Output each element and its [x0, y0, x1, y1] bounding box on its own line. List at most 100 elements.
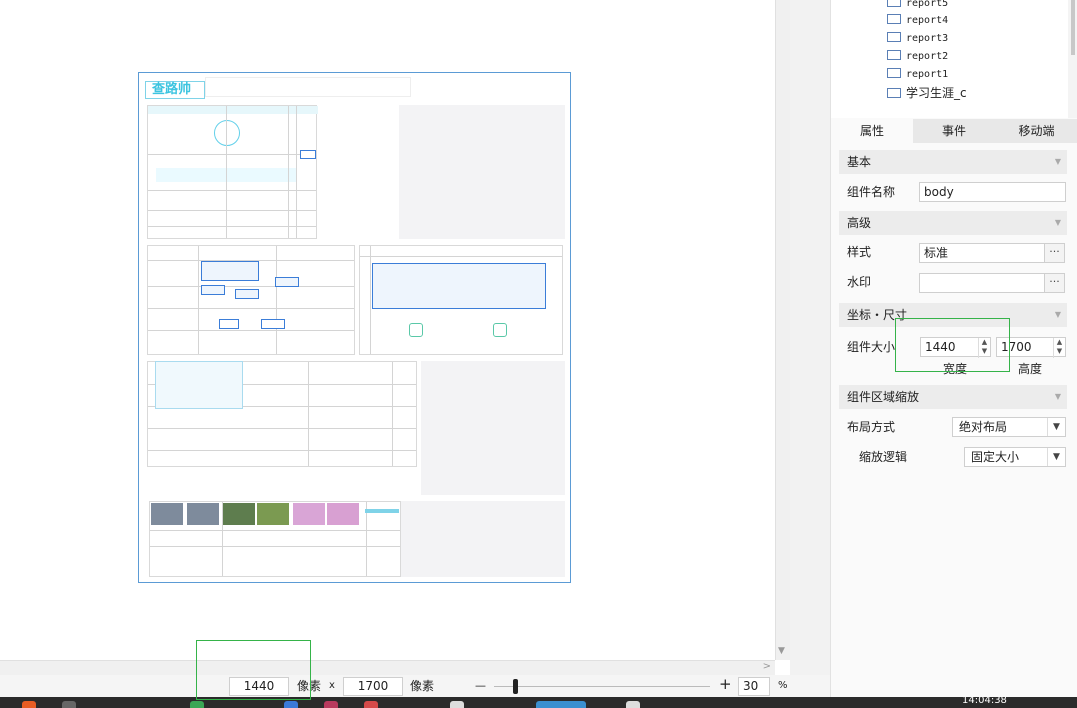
chevron-down-icon[interactable]: ▼	[1055, 303, 1061, 327]
vertical-scrollbar[interactable]: ▼	[775, 0, 790, 660]
theme-tile-3	[223, 503, 255, 525]
more-dots-icon[interactable]: ···	[1044, 243, 1065, 263]
theme-tile-7	[365, 509, 399, 513]
status-height-input[interactable]: 1700	[343, 677, 403, 696]
tree-scrollbar[interactable]	[1068, 0, 1077, 118]
spin-arrows-icon[interactable]: ▲ ▼	[978, 338, 990, 358]
report-page-preview[interactable]: 查路帅	[138, 72, 571, 583]
component-size-label: 组件大小	[847, 340, 896, 354]
checkbox-icon[interactable]	[887, 50, 901, 60]
section-coords[interactable]: 坐标・尺寸 ▼	[839, 303, 1067, 327]
flow-node-4	[275, 277, 299, 287]
placeholder-block-2	[421, 361, 565, 495]
app-icon[interactable]	[284, 701, 298, 708]
placeholder-block-1	[399, 105, 565, 239]
tab-mobile[interactable]: 移动端	[995, 119, 1077, 143]
scale-select[interactable]: 固定大小 ▼	[964, 447, 1066, 467]
flow-node-1	[201, 261, 259, 281]
zoom-input[interactable]: 30	[738, 677, 770, 696]
tree-item[interactable]: report4	[887, 13, 948, 29]
preview-title: 查路帅	[145, 81, 205, 99]
chart-panel	[372, 263, 546, 309]
component-name-input[interactable]: body	[919, 182, 1066, 202]
tab-properties[interactable]: 属性	[831, 119, 913, 143]
status-bar: 1440 像素 x 1700 像素 — + 30 %	[0, 675, 830, 697]
component-tree: report5 report4 report3 report2 report1 …	[831, 0, 1077, 118]
chevron-down-icon[interactable]: ▼	[1055, 211, 1061, 235]
app-icon[interactable]	[22, 701, 36, 708]
chevron-down-icon[interactable]: ▼	[778, 646, 785, 656]
tree-item[interactable]: report2	[887, 49, 948, 65]
bar-chart-thumbnail	[155, 361, 243, 409]
style-label: 样式	[847, 245, 872, 259]
section-grid-1	[147, 105, 318, 239]
zoom-in-button[interactable]: +	[719, 676, 732, 692]
component-name-label: 组件名称	[847, 185, 896, 199]
watermark-label: 水印	[847, 275, 872, 289]
more-dots-icon[interactable]: ···	[1044, 273, 1065, 293]
tree-item[interactable]: 学习生涯_c	[887, 85, 967, 101]
horizontal-scrollbar[interactable]: >	[0, 660, 775, 675]
chevron-down-icon[interactable]: ▼	[1047, 448, 1065, 466]
tree-item[interactable]: report5	[887, 0, 948, 12]
checkbox-icon[interactable]	[887, 68, 901, 78]
panel-splitter[interactable]	[790, 0, 830, 708]
tree-item[interactable]: report1	[887, 67, 948, 83]
style-input[interactable]: 标准	[919, 243, 1045, 263]
checkbox-icon[interactable]	[887, 88, 901, 98]
app-icon[interactable]	[190, 701, 204, 708]
checkbox-icon[interactable]	[887, 14, 901, 24]
status-unit-label: 像素	[297, 679, 322, 693]
app-icon[interactable]	[450, 701, 464, 708]
height-input[interactable]: 1700 ▲ ▼	[996, 337, 1066, 358]
watermark-input[interactable]	[919, 273, 1045, 293]
theme-tile-1	[151, 503, 183, 525]
width-caption: 宽度	[943, 362, 968, 376]
placeholder-block-3	[401, 501, 565, 577]
chevron-right-icon[interactable]: >	[763, 661, 771, 672]
theme-tile-2	[187, 503, 219, 525]
app-icon[interactable]	[324, 701, 338, 708]
scale-label: 缩放逻辑	[859, 450, 908, 464]
app-icon[interactable]	[364, 701, 378, 708]
layout-select[interactable]: 绝对布局 ▼	[952, 417, 1066, 437]
taskbar-clock: 14:04:38	[962, 695, 1007, 706]
app-icon[interactable]	[62, 701, 76, 708]
section-basic[interactable]: 基本 ▼	[839, 150, 1067, 174]
app-icon-active[interactable]	[536, 701, 586, 708]
property-panel: report5 report4 report3 report2 report1 …	[830, 0, 1077, 697]
flow-node-2	[201, 285, 225, 295]
header-strip	[205, 77, 411, 97]
section-advanced[interactable]: 高级 ▼	[839, 211, 1067, 235]
design-canvas[interactable]: 查路帅	[0, 0, 775, 660]
flow-node-5	[219, 319, 239, 329]
chevron-down-icon[interactable]: ▼	[1055, 150, 1061, 174]
height-caption: 高度	[1018, 362, 1043, 376]
flow-node-6	[261, 319, 285, 329]
status-unit-label: 像素	[410, 679, 435, 693]
status-times-label: x	[329, 680, 335, 691]
status-width-input[interactable]: 1440	[229, 677, 289, 696]
shield-icon	[493, 323, 507, 337]
app-icon[interactable]	[626, 701, 640, 708]
theme-tile-4	[257, 503, 289, 525]
tree-item[interactable]: report3	[887, 31, 948, 47]
tab-events[interactable]: 事件	[913, 119, 995, 143]
layout-label: 布局方式	[847, 420, 896, 434]
spin-arrows-icon[interactable]: ▲ ▼	[1053, 338, 1065, 358]
section-zone-scale[interactable]: 组件区域缩放 ▼	[839, 385, 1067, 409]
selected-cell-marker	[300, 150, 316, 159]
flow-node-3	[235, 289, 259, 299]
panel-tabs: 属性 事件 移动端	[831, 119, 1077, 143]
zoom-slider-thumb[interactable]	[513, 679, 518, 694]
zoom-out-button[interactable]: —	[475, 678, 486, 694]
chevron-down-icon[interactable]: ▼	[1055, 385, 1061, 409]
zoom-slider-track[interactable]	[494, 686, 710, 687]
scroll-thumb[interactable]	[1071, 0, 1075, 55]
zoom-percent-label: %	[778, 680, 788, 691]
chevron-down-icon[interactable]: ▼	[1047, 418, 1065, 436]
width-input[interactable]: 1440 ▲ ▼	[920, 337, 991, 358]
checkbox-icon[interactable]	[887, 32, 901, 42]
os-taskbar: 14:04:38	[0, 695, 1077, 708]
checkbox-icon[interactable]	[887, 0, 901, 7]
